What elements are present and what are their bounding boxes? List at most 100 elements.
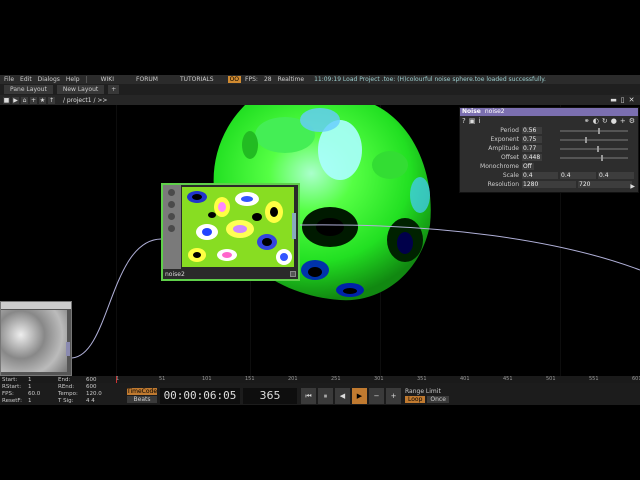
offset-field[interactable]: 0.448: [522, 154, 542, 161]
frame-display[interactable]: 365: [243, 388, 297, 404]
viewer-toggle[interactable]: [290, 271, 296, 277]
split-icon[interactable]: ▯: [618, 96, 627, 104]
bypass-icon[interactable]: [168, 213, 175, 220]
refresh-icon[interactable]: ↻: [602, 117, 608, 125]
up-arrow-icon[interactable]: ↑: [48, 96, 55, 104]
scale-z-field[interactable]: 0.4: [598, 172, 634, 179]
ruler-mark: 601: [632, 376, 640, 382]
network-path-bar: ■ ▶ ⌂ + ★ ↑ / project1 / >> ▬ ▯ ✕: [0, 95, 640, 105]
resolution-w-field[interactable]: 1280: [522, 181, 576, 188]
add-layout-button[interactable]: +: [108, 85, 120, 94]
resetf-label: ResetF:: [2, 398, 22, 404]
beats-button[interactable]: Beats: [127, 396, 157, 403]
square-icon[interactable]: ■: [3, 96, 10, 104]
link-icon[interactable]: ⚭: [584, 117, 590, 125]
pause-icon[interactable]: ⏸: [318, 388, 333, 404]
output-wire[interactable]: [299, 224, 640, 271]
rstart-value[interactable]: 1: [28, 384, 58, 391]
time-format-toggle: TimeCode Beats: [127, 388, 157, 403]
parameter-operator-name[interactable]: noise2: [485, 108, 505, 116]
period-field[interactable]: 0.56: [522, 127, 542, 134]
menu-help[interactable]: Help: [66, 76, 80, 83]
lock-icon[interactable]: [168, 225, 175, 232]
fps-value: 28: [263, 76, 272, 83]
color-icon[interactable]: ●: [611, 117, 617, 125]
start-value[interactable]: 1: [28, 377, 58, 384]
step-forward-icon[interactable]: +: [386, 388, 401, 404]
expand-arrow-icon[interactable]: ▶: [630, 183, 635, 190]
output-connector[interactable]: [292, 213, 296, 239]
scale-y-field[interactable]: 0.4: [560, 172, 596, 179]
timecode-display[interactable]: 00:00:06:05: [160, 388, 240, 404]
exponent-field[interactable]: 0.75: [522, 136, 542, 143]
play-icon[interactable]: ▶: [12, 96, 19, 104]
step-back-icon[interactable]: −: [369, 388, 384, 404]
moviein-operator-node[interactable]: [0, 301, 72, 376]
noise-operator-node[interactable]: noise2: [161, 183, 300, 281]
tsig-value[interactable]: 4 4: [86, 398, 116, 405]
play-reverse-icon[interactable]: ◀: [335, 388, 350, 404]
forum-button[interactable]: FORUM: [128, 76, 166, 83]
wiki-button[interactable]: WIKI: [93, 76, 122, 83]
tab-pane-layout[interactable]: Pane Layout: [4, 85, 53, 94]
slider-knob[interactable]: [598, 127, 601, 134]
menu-edit[interactable]: Edit: [20, 76, 32, 83]
timecode-button[interactable]: TimeCode: [127, 388, 157, 395]
node-preview-image: [1, 310, 67, 372]
tempo-value[interactable]: 120.0: [86, 391, 116, 398]
amplitude-slider[interactable]: [560, 145, 628, 152]
end-label: End:: [58, 377, 71, 383]
resetf-value[interactable]: 1: [28, 398, 58, 405]
slider-knob[interactable]: [585, 136, 588, 143]
minimize-icon[interactable]: ▬: [609, 96, 618, 104]
pencil-icon[interactable]: [168, 201, 175, 208]
end-value[interactable]: 600: [86, 377, 116, 384]
help-icon[interactable]: ?: [462, 117, 466, 125]
param-row-offset: Offset 0.448: [460, 153, 638, 162]
close-icon[interactable]: ✕: [627, 96, 636, 104]
menu-dialogs[interactable]: Dialogs: [38, 76, 60, 83]
slider-knob[interactable]: [597, 145, 600, 152]
offset-slider[interactable]: [560, 154, 628, 161]
tutorials-button[interactable]: TUTORIALS: [172, 76, 222, 83]
home-icon[interactable]: ⌂: [21, 96, 28, 104]
rend-value[interactable]: 600: [86, 384, 116, 391]
star-icon[interactable]: ★: [39, 96, 46, 104]
ruler-mark: 301: [374, 376, 384, 382]
play-icon[interactable]: ▶: [352, 388, 367, 404]
fps-label: FPS:: [245, 76, 258, 83]
tab-new-layout[interactable]: New Layout: [56, 85, 105, 94]
python-icon[interactable]: ▣: [469, 117, 476, 125]
start-label: Start:: [2, 377, 18, 383]
realtime-toggle[interactable]: Realtime: [278, 76, 305, 83]
menu-file[interactable]: File: [4, 76, 14, 83]
period-slider[interactable]: [560, 127, 628, 134]
info-icon[interactable]: [168, 189, 175, 196]
info-icon[interactable]: i: [478, 117, 480, 125]
gear-icon[interactable]: ⚙: [629, 117, 635, 125]
output-connector[interactable]: [66, 342, 70, 356]
rstart-label: RStart:: [2, 384, 22, 390]
network-canvas[interactable]: noise2 Noise noise2 ? ▣ i ⚭ ◐ ↻ ● + ⚙ Pe…: [0, 105, 640, 376]
perf-badge[interactable]: OO: [227, 76, 242, 83]
amplitude-field[interactable]: 0.77: [522, 145, 542, 152]
fps-value[interactable]: 60.0: [28, 391, 58, 398]
operator-name[interactable]: noise2: [165, 271, 185, 278]
exponent-slider[interactable]: [560, 136, 628, 143]
once-button[interactable]: Once: [427, 396, 449, 403]
noise-viewer[interactable]: [182, 187, 294, 267]
resolution-h-field[interactable]: 720: [578, 181, 632, 188]
add-icon[interactable]: +: [620, 117, 626, 125]
comment-icon[interactable]: ◐: [593, 117, 599, 125]
input-wire[interactable]: [71, 238, 162, 359]
skip-to-start-icon[interactable]: ⏮: [301, 388, 316, 404]
slider-knob[interactable]: [600, 154, 603, 161]
monochrome-toggle[interactable]: Off: [522, 163, 534, 170]
rend-label: REnd:: [58, 384, 75, 390]
plus-icon[interactable]: +: [30, 96, 37, 104]
menu-bar: File Edit Dialogs Help WIKI FORUM TUTORI…: [0, 75, 640, 84]
param-row-monochrome: Monochrome Off: [460, 162, 638, 171]
loop-button[interactable]: Loop: [405, 396, 426, 403]
breadcrumb[interactable]: / project1 / >>: [63, 97, 107, 104]
scale-x-field[interactable]: 0.4: [522, 172, 558, 179]
